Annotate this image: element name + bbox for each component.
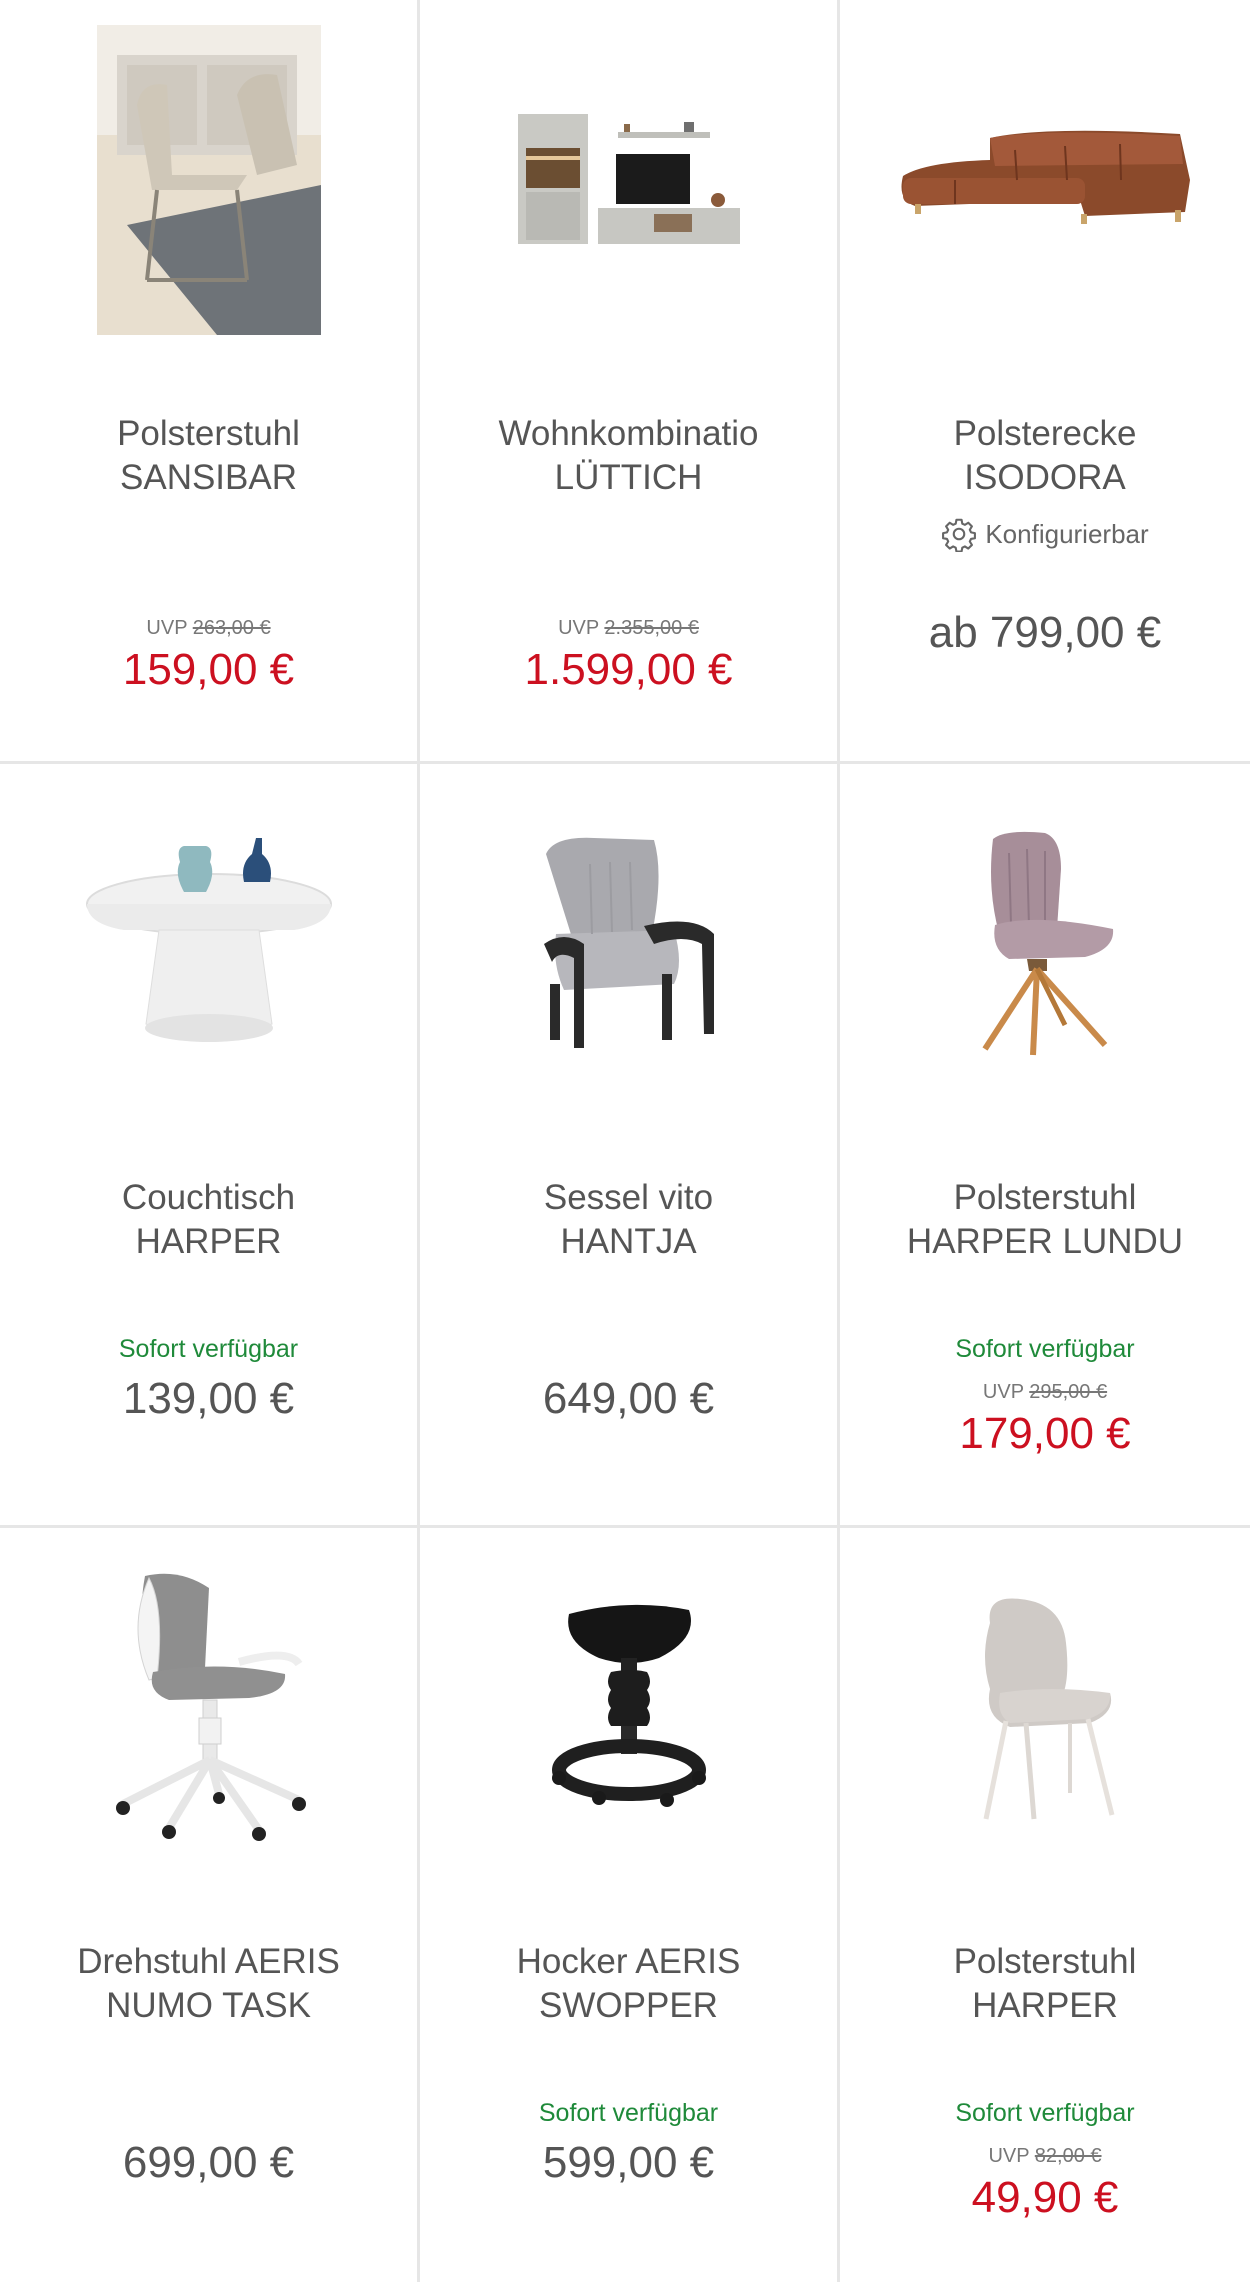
product-card[interactable]: Polsterstuhl HARPER Sofort verfügbar UVP… — [840, 1528, 1250, 2282]
sale-price: 49,90 € — [971, 2173, 1119, 2222]
product-price: 599,00 € — [542, 2138, 715, 2187]
availability-status: Sofort verfügbar — [955, 1335, 1135, 1363]
uvp-old-price: 82,00 € — [1034, 2145, 1102, 2167]
product-card[interactable]: Hocker AERIS SWOPPER Sofort verfügbar 59… — [420, 1528, 837, 2282]
uvp-price: UVP 295,00 € — [840, 1381, 1250, 1404]
product-card[interactable]: Polsterstuhl HARPER LUNDU Sofort verfügb… — [840, 764, 1250, 1525]
availability-status: Sofort verfügbar — [955, 2099, 1135, 2127]
product-grid: Polsterstuhl SANSIBAR UVP 263,00 € 159,0… — [0, 0, 1250, 2282]
product-card[interactable]: Drehstuhl AERIS NUMO TASK 699,00 € — [0, 1528, 417, 2282]
armchair-image[interactable] — [420, 764, 837, 1124]
uvp-price: UVP 2.355,00 € — [420, 617, 837, 640]
product-name[interactable]: Drehstuhl AERIS NUMO TASK — [10, 1940, 407, 2028]
product-card[interactable]: Wohnkombinatio LÜTTICH UVP 2.355,00 € 1.… — [420, 0, 837, 761]
product-price: ab 799,00 € — [928, 608, 1162, 657]
coffee-table-image[interactable] — [0, 764, 417, 1124]
product-name[interactable]: Polsterstuhl HARPER — [850, 1940, 1240, 2028]
uvp-label: UVP — [988, 2145, 1030, 2167]
uvp-price: UVP 263,00 € — [0, 617, 417, 640]
sale-price: 159,00 € — [122, 645, 295, 694]
shell-chair-image[interactable] — [840, 1528, 1250, 1888]
upholstered-chair-image[interactable] — [0, 0, 417, 360]
uvp-label: UVP — [146, 617, 188, 639]
availability-status: Sofort verfügbar — [118, 1335, 299, 1363]
product-name[interactable]: Sessel vito HANTJA — [430, 1176, 827, 1264]
corner-sofa-image[interactable] — [840, 0, 1250, 360]
product-price: 699,00 € — [122, 2138, 295, 2187]
product-name[interactable]: Polsterstuhl HARPER LUNDU — [850, 1176, 1240, 1264]
availability-status: Sofort verfügbar — [538, 2099, 719, 2127]
product-card[interactable]: Polsterecke ISODORA Konfigurierbar ab 79… — [840, 0, 1250, 761]
product-name[interactable]: Hocker AERIS SWOPPER — [430, 1940, 827, 2028]
uvp-old-price: 295,00 € — [1029, 1381, 1108, 1403]
sale-price: 1.599,00 € — [524, 645, 733, 694]
configurable-label: Konfigurierbar — [985, 518, 1149, 549]
uvp-label: UVP — [982, 1381, 1024, 1403]
product-card[interactable]: Sessel vito HANTJA 649,00 € — [420, 764, 837, 1525]
uvp-price: UVP 82,00 € — [840, 2145, 1250, 2168]
uvp-label: UVP — [558, 617, 599, 639]
stool-image[interactable] — [420, 1528, 837, 1888]
product-price: 139,00 € — [122, 1374, 295, 1423]
product-name[interactable]: Couchtisch HARPER — [10, 1176, 407, 1264]
office-chair-image[interactable] — [0, 1528, 417, 1888]
uvp-old-price: 2.355,00 € — [604, 617, 699, 639]
configurable-badge[interactable]: Konfigurierbar — [840, 516, 1250, 552]
wall-unit-image[interactable] — [420, 0, 837, 360]
product-card[interactable]: Polsterstuhl SANSIBAR UVP 263,00 € 159,0… — [0, 0, 417, 761]
dining-chair-image[interactable] — [840, 764, 1250, 1124]
product-name[interactable]: Polsterstuhl SANSIBAR — [10, 412, 407, 500]
product-price: 649,00 € — [542, 1374, 715, 1423]
gear-icon — [942, 518, 977, 552]
uvp-old-price: 263,00 € — [192, 617, 271, 639]
product-card[interactable]: Couchtisch HARPER Sofort verfügbar 139,0… — [0, 764, 417, 1525]
product-name[interactable]: Wohnkombinatio LÜTTICH — [430, 412, 827, 500]
sale-price: 179,00 € — [959, 1409, 1131, 1458]
product-name[interactable]: Polsterecke ISODORA — [850, 412, 1240, 500]
